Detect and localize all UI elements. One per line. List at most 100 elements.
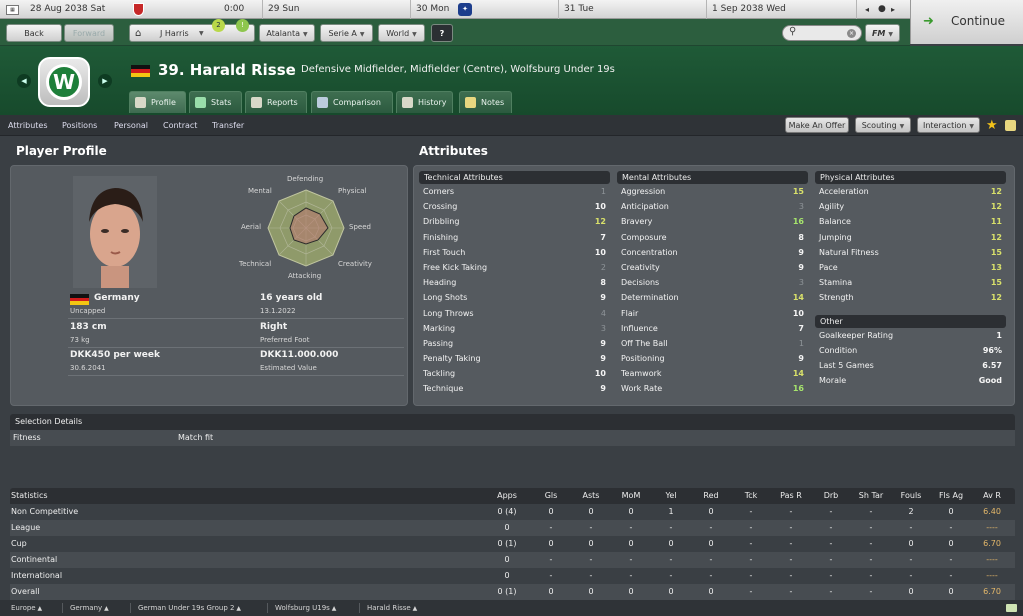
attribute-row[interactable]: First Touch 10 — [419, 245, 610, 260]
table-row[interactable]: League 0- - - - - - - - - - - ---- — [10, 520, 1015, 536]
calendar-next-icon[interactable]: ▸ — [891, 0, 895, 19]
attribute-row[interactable]: Decisions 3 — [617, 275, 808, 290]
calendar-day-sat[interactable]: 28 Aug 2038 Sat — [30, 0, 105, 19]
scouting-button[interactable]: Scouting ▼ — [855, 117, 911, 133]
calendar-today-icon[interactable]: ● — [878, 0, 886, 19]
attribute-row[interactable]: Dribbling 12 — [419, 214, 610, 229]
calendar-day-tue[interactable]: 31 Tue — [564, 0, 594, 19]
attribute-row[interactable]: Balance 11 — [815, 214, 1006, 229]
tab-comparison[interactable]: Comparison — [311, 91, 393, 113]
next-player-icon[interactable]: ▶ — [98, 74, 112, 88]
help-button[interactable]: ? — [431, 24, 453, 42]
attribute-row[interactable]: Long Shots 9 — [419, 290, 610, 305]
attribute-row[interactable]: Pace 13 — [815, 260, 1006, 275]
attribute-row[interactable]: Heading 8 — [419, 275, 610, 290]
breadcrumb-item[interactable]: Europe ▲ — [11, 600, 42, 616]
attribute-row[interactable]: Tackling 10 — [419, 366, 610, 381]
search-input[interactable]: ⚲ × — [782, 25, 862, 41]
attribute-row[interactable]: Last 5 Games 6.57 — [815, 358, 1006, 373]
attribute-row[interactable]: Work Rate 16 — [617, 381, 808, 396]
calendar-day-wed[interactable]: 1 Sep 2038 Wed — [712, 0, 786, 19]
league-menu-button[interactable]: Serie A ▼ — [320, 24, 373, 42]
breadcrumb-item[interactable]: Wolfsburg U19s ▲ — [275, 600, 336, 616]
fm-menu-button[interactable]: FM ▼ — [865, 24, 900, 42]
column-header[interactable]: Pas R — [772, 488, 810, 504]
make-offer-button[interactable]: Make An Offer — [785, 117, 849, 133]
attribute-row[interactable]: Positioning 9 — [617, 351, 808, 366]
subnav-contract[interactable]: Contract — [163, 115, 197, 136]
attribute-row[interactable]: Natural Fitness 15 — [815, 245, 1006, 260]
interaction-button[interactable]: Interaction ▼ — [917, 117, 980, 133]
attribute-row[interactable]: Anticipation 3 — [617, 199, 808, 214]
calendar-icon[interactable]: ▦ — [6, 5, 19, 15]
club-menu-button[interactable]: Atalanta ▼ — [259, 24, 315, 42]
attribute-row[interactable]: Determination 14 — [617, 290, 808, 305]
attribute-row[interactable]: Free Kick Taking 2 — [419, 260, 610, 275]
attribute-row[interactable]: Creativity 9 — [617, 260, 808, 275]
club-logo[interactable]: W — [38, 57, 90, 107]
breadcrumb-item[interactable]: Harald Risse ▲ — [367, 600, 417, 616]
back-button[interactable]: Back — [6, 24, 62, 42]
tab-notes[interactable]: Notes — [459, 91, 512, 113]
subnav-transfer[interactable]: Transfer — [212, 115, 244, 136]
nationality[interactable]: Germany — [94, 293, 140, 303]
previous-player-icon[interactable]: ◀ — [17, 74, 31, 88]
calendar-day-mon[interactable]: 30 Mon — [416, 0, 449, 19]
shortlist-star-icon[interactable]: ★ — [986, 115, 998, 136]
attribute-row[interactable]: Morale Good — [815, 373, 1006, 388]
table-row[interactable]: Continental 0- - - - - - - - - - - ---- — [10, 552, 1015, 568]
add-note-icon[interactable] — [1005, 120, 1016, 131]
table-row[interactable]: Overall 0 (1) 0 0 0 0 0 - - - - 0 0 6.70 — [10, 584, 1015, 600]
tab-profile[interactable]: Profile — [129, 91, 186, 113]
column-header[interactable]: Yel — [652, 488, 690, 504]
inbox-badge[interactable]: 2 — [212, 19, 225, 32]
alert-badge[interactable]: ! — [236, 19, 249, 32]
attribute-row[interactable]: Flair 10 — [617, 306, 808, 321]
column-header[interactable]: MoM — [612, 488, 650, 504]
attribute-row[interactable]: Technique 9 — [419, 381, 610, 396]
attribute-row[interactable]: Passing 9 — [419, 336, 610, 351]
column-header[interactable]: Asts — [572, 488, 610, 504]
attribute-row[interactable]: Teamwork 14 — [617, 366, 808, 381]
tab-history[interactable]: History — [396, 91, 453, 113]
attribute-row[interactable]: Goalkeeper Rating 1 — [815, 328, 1006, 343]
attribute-row[interactable]: Crossing 10 — [419, 199, 610, 214]
subnav-positions[interactable]: Positions — [62, 115, 97, 136]
attribute-row[interactable]: Agility 12 — [815, 199, 1006, 214]
breadcrumb-item[interactable]: German Under 19s Group 2 ▲ — [138, 600, 241, 616]
attribute-row[interactable]: Condition 96% — [815, 343, 1006, 358]
attribute-row[interactable]: Influence 7 — [617, 321, 808, 336]
column-header[interactable]: Red — [692, 488, 730, 504]
attribute-row[interactable]: Jumping 12 — [815, 230, 1006, 245]
breadcrumb-item[interactable]: Germany ▲ — [70, 600, 109, 616]
attribute-row[interactable]: Finishing 7 — [419, 230, 610, 245]
column-header[interactable]: Fls Ag — [932, 488, 970, 504]
table-row[interactable]: Cup 0 (1) 0 0 0 0 0 - - - - 0 0 6.70 — [10, 536, 1015, 552]
attribute-row[interactable]: Composure 8 — [617, 230, 808, 245]
column-header[interactable]: Sh Tar — [852, 488, 890, 504]
calendar-day-sun[interactable]: 29 Sun — [268, 0, 299, 19]
column-header[interactable]: Fouls — [892, 488, 930, 504]
attribute-row[interactable]: Penalty Taking 9 — [419, 351, 610, 366]
forward-button[interactable]: Forward — [64, 24, 114, 42]
column-header[interactable]: Av R — [973, 488, 1011, 504]
table-row[interactable]: International 0- - - - - - - - - - - ---- — [10, 568, 1015, 584]
attribute-row[interactable]: Corners 1 — [419, 184, 610, 199]
subnav-attributes[interactable]: Attributes — [8, 115, 48, 136]
attribute-row[interactable]: Acceleration 12 — [815, 184, 1006, 199]
attribute-row[interactable]: Off The Ball 1 — [617, 336, 808, 351]
column-header[interactable]: Drb — [812, 488, 850, 504]
clear-search-icon[interactable]: × — [847, 29, 856, 38]
attribute-row[interactable]: Strength 12 — [815, 290, 1006, 305]
attribute-row[interactable]: Stamina 15 — [815, 275, 1006, 290]
continue-button[interactable]: ➜ Continue — [910, 0, 1023, 44]
attribute-row[interactable]: Concentration 9 — [617, 245, 808, 260]
tab-stats[interactable]: Stats — [189, 91, 242, 113]
tab-reports[interactable]: Reports — [245, 91, 307, 113]
column-header[interactable]: Apps — [488, 488, 526, 504]
attribute-row[interactable]: Marking 3 — [419, 321, 610, 336]
column-header[interactable]: Tck — [732, 488, 770, 504]
world-menu-button[interactable]: World ▼ — [378, 24, 425, 42]
table-row[interactable]: Non Competitive 0 (4) 0 0 0 1 0 - - - - 2 0 6.40 — [10, 504, 1015, 520]
column-header[interactable]: Gls — [532, 488, 570, 504]
